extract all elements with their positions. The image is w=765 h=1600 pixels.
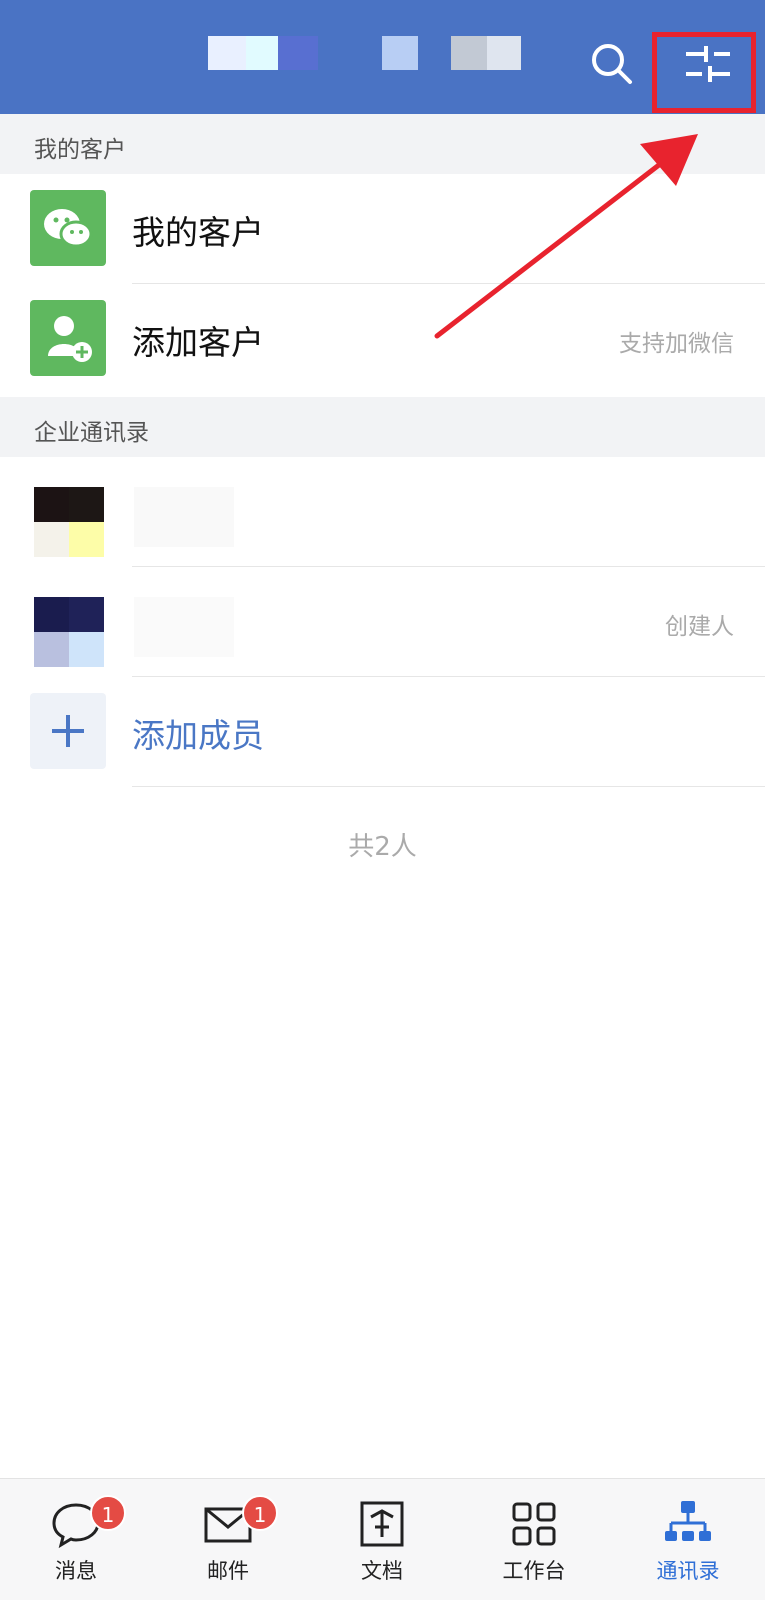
blurred-title (487, 36, 521, 70)
avatar (34, 597, 104, 667)
row-label: 我的客户 (132, 213, 264, 252)
section-header-customers: 我的客户 (0, 114, 765, 174)
bottom-tab-bar: 1 消息 1 邮件 文档 工作台 通讯录 (0, 1478, 765, 1600)
blurred-name (134, 487, 234, 547)
add-user-icon (30, 300, 106, 376)
blurred-title (246, 36, 278, 70)
tab-contacts[interactable]: 通讯录 (628, 1479, 748, 1600)
blurred-title (278, 36, 318, 70)
unread-badge: 1 (90, 1495, 126, 1531)
tab-messages[interactable]: 1 消息 (16, 1479, 136, 1600)
list-item-add-customer[interactable]: 添加客户 支持加微信 (0, 284, 765, 394)
tab-mail[interactable]: 1 邮件 (168, 1479, 288, 1600)
add-member-button[interactable]: 添加成员 (0, 677, 765, 787)
org-chart-icon (665, 1501, 711, 1541)
list-item-my-customers[interactable]: 我的客户 (0, 174, 765, 284)
tab-label: 通讯录 (656, 1559, 720, 1583)
search-icon (592, 44, 632, 84)
grid-icon (512, 1502, 556, 1546)
document-icon (360, 1501, 404, 1547)
avatar (34, 487, 104, 557)
tab-label: 工作台 (502, 1559, 566, 1583)
highlight-box (652, 32, 756, 113)
tab-label: 消息 (55, 1559, 97, 1583)
tab-label: 文档 (361, 1559, 403, 1583)
member-count: 共2人 (348, 832, 417, 862)
blurred-title (208, 36, 246, 70)
tab-label: 邮件 (207, 1559, 249, 1583)
plus-icon (30, 693, 106, 769)
member-row[interactable]: 创建人 (0, 567, 765, 677)
row-note: 支持加微信 (619, 331, 734, 357)
blurred-title (451, 36, 487, 70)
top-app-bar (0, 0, 765, 114)
wechat-icon (30, 190, 106, 266)
tab-documents[interactable]: 文档 (322, 1479, 442, 1600)
section-title: 企业通讯录 (34, 420, 149, 446)
add-member-label: 添加成员 (132, 716, 264, 755)
creator-label: 创建人 (665, 614, 734, 640)
row-label: 添加客户 (132, 323, 264, 362)
divider (132, 786, 765, 787)
unread-badge: 1 (242, 1495, 278, 1531)
blurred-title (382, 36, 418, 70)
tab-workbench[interactable]: 工作台 (474, 1479, 594, 1600)
blurred-name (134, 597, 234, 657)
section-header-contacts: 企业通讯录 (0, 397, 765, 457)
search-button[interactable] (588, 40, 636, 88)
member-row[interactable] (0, 457, 765, 567)
section-title: 我的客户 (34, 137, 126, 163)
